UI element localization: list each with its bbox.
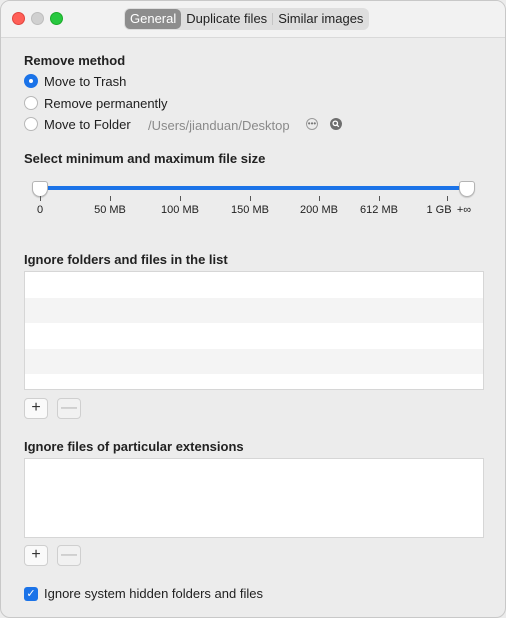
- slider-tick: [447, 196, 448, 201]
- slider-min-thumb[interactable]: [32, 181, 48, 197]
- file-size-slider-track[interactable]: [40, 186, 467, 190]
- radio-button[interactable]: [24, 96, 38, 110]
- list-row[interactable]: [25, 323, 483, 349]
- remove-extension-button[interactable]: —: [57, 545, 81, 566]
- checkbox-checked[interactable]: ✓: [24, 586, 38, 601]
- slider-tick: [319, 196, 320, 201]
- radio-label: Remove permanently: [44, 95, 168, 111]
- radio-button-checked[interactable]: [24, 74, 38, 88]
- slider-max-thumb[interactable]: [459, 181, 475, 197]
- radio-label: Move to Trash: [44, 73, 127, 89]
- ignore-list-title: Ignore folders and files in the list: [24, 252, 228, 267]
- slider-tick: [40, 196, 41, 201]
- tab-similar-images[interactable]: Similar images: [273, 9, 368, 29]
- tab-duplicate-files[interactable]: Duplicate files: [181, 9, 272, 29]
- radio-remove-permanently[interactable]: Remove permanently: [24, 94, 168, 112]
- tick-label: 50 MB: [94, 204, 126, 216]
- ignore-hidden-label: Ignore system hidden folders and files: [44, 586, 263, 601]
- radio-move-to-trash[interactable]: Move to Trash: [24, 72, 126, 90]
- tick-label: 100 MB: [161, 204, 199, 216]
- tab-bar: General Duplicate files Similar images: [124, 8, 370, 30]
- minimize-window-button[interactable]: [31, 12, 44, 25]
- magnifier-glyph: [332, 120, 340, 128]
- remove-method-title: Remove method: [24, 53, 126, 68]
- list-row[interactable]: [25, 348, 483, 374]
- tab-general[interactable]: General: [125, 9, 182, 29]
- tick-label: +∞: [456, 204, 472, 216]
- file-size-title: Select minimum and maximum file size: [24, 151, 266, 166]
- ignore-ext-title: Ignore files of particular extensions: [24, 439, 244, 454]
- tick-label: 612 MB: [360, 204, 398, 216]
- folder-path: /Users/jianduan/Desktop: [148, 118, 290, 133]
- slider-tick: [379, 196, 380, 201]
- tick-label: 0: [36, 204, 44, 216]
- slider-tick: [110, 196, 111, 201]
- add-extension-button[interactable]: +: [24, 545, 48, 566]
- tick-label: 200 MB: [300, 204, 338, 216]
- close-window-button[interactable]: [12, 12, 25, 25]
- ignore-hidden-checkbox-row[interactable]: ✓ Ignore system hidden folders and files: [24, 586, 263, 601]
- tick-label: 150 MB: [231, 204, 269, 216]
- radio-move-to-folder[interactable]: Move to Folder: [24, 115, 131, 133]
- list-row[interactable]: [25, 297, 483, 323]
- preferences-window: General Duplicate files Similar images R…: [0, 0, 506, 618]
- slider-tick: [180, 196, 181, 201]
- titlebar: General Duplicate files Similar images: [1, 1, 505, 38]
- ellipsis-icon[interactable]: •••: [306, 118, 318, 130]
- maximize-window-button[interactable]: [50, 12, 63, 25]
- remove-folder-button[interactable]: —: [57, 398, 81, 419]
- slider-tick: [250, 196, 251, 201]
- magnifier-icon[interactable]: [330, 118, 342, 130]
- radio-button[interactable]: [24, 117, 38, 131]
- list-row[interactable]: [25, 272, 483, 298]
- tick-label: 1 GB: [426, 204, 452, 216]
- add-folder-button[interactable]: +: [24, 398, 48, 419]
- ignore-folders-list[interactable]: [24, 271, 484, 390]
- radio-label: Move to Folder: [44, 116, 131, 132]
- ignore-extensions-list[interactable]: [24, 458, 484, 538]
